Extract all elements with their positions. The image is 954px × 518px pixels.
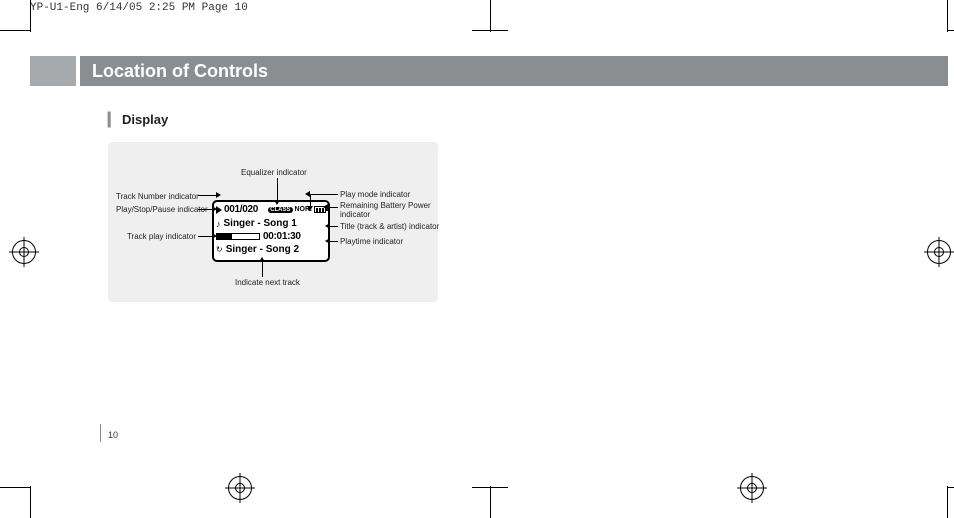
callout-play-mode: Play mode indicator xyxy=(340,190,410,199)
section-label: ▎Display xyxy=(108,112,168,128)
track-number: 001/020 xyxy=(224,204,258,215)
callout-track-play: Track play indicator xyxy=(116,232,196,241)
callout-battery: Remaining Battery Power indicator xyxy=(340,202,440,220)
callout-track-number: Track Number indicator xyxy=(116,192,196,201)
callout-equalizer: Equalizer indicator xyxy=(241,168,307,177)
registration-mark xyxy=(927,240,951,264)
track-title: Singer - Song 1 xyxy=(224,218,297,229)
registration-mark xyxy=(12,240,36,264)
callout-title-artist: Title (track & artist) indicator xyxy=(340,222,439,231)
page-number: 10 xyxy=(108,430,118,440)
callout-indicate-next: Indicate next track xyxy=(235,278,300,287)
callout-play-stop-pause: Play/Stop/Pause indicator xyxy=(116,205,196,214)
music-note-icon: ♪ xyxy=(216,219,221,229)
title-bar: Location of Controls xyxy=(30,56,948,86)
registration-mark xyxy=(228,476,252,500)
next-track-icon: ↻ xyxy=(216,245,223,254)
next-track-title: Singer - Song 2 xyxy=(226,244,299,255)
progress-bar xyxy=(216,233,260,240)
print-header: YP-U1-Eng 6/14/05 2:25 PM Page 10 xyxy=(30,2,248,14)
page-title: Location of Controls xyxy=(80,61,268,82)
registration-mark xyxy=(740,476,764,500)
callout-playtime: Playtime indicator xyxy=(340,237,403,246)
playtime: 00:01:30 xyxy=(263,231,301,242)
eq-badge: CLASS xyxy=(268,207,292,213)
